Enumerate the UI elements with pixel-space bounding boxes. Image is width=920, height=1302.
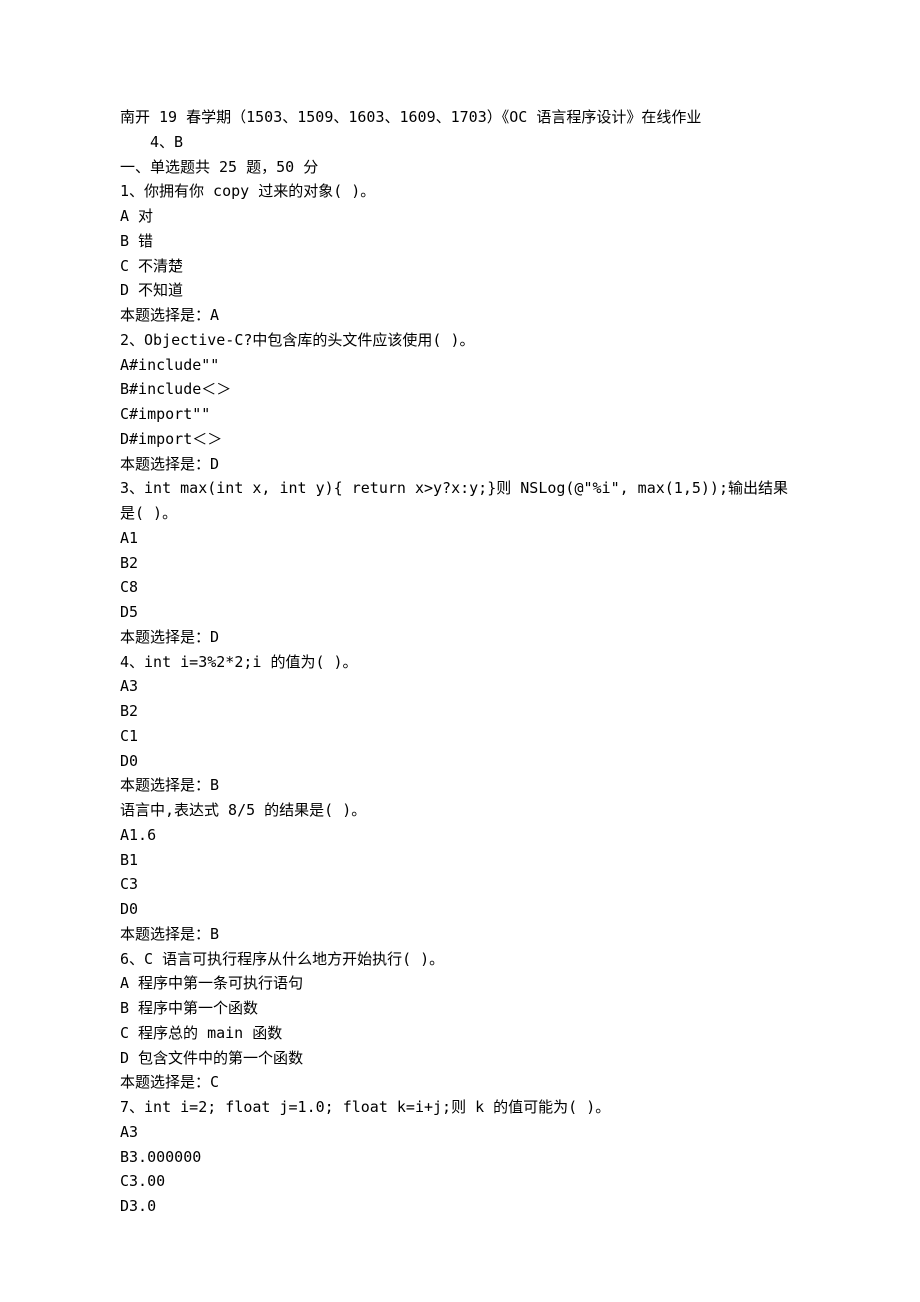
option: B2	[120, 551, 800, 576]
option: A 对	[120, 204, 800, 229]
question-stem: 3、int max(int x, int y){ return x>y?x:y;…	[120, 476, 800, 526]
option: D 不知道	[120, 278, 800, 303]
option: D 包含文件中的第一个函数	[120, 1046, 800, 1071]
answer: 本题选择是：D	[120, 625, 800, 650]
option: A3	[120, 1120, 800, 1145]
option: A 程序中第一条可执行语句	[120, 971, 800, 996]
option: C3.00	[120, 1169, 800, 1194]
option: D3.0	[120, 1194, 800, 1219]
option: C1	[120, 724, 800, 749]
option: A#include""	[120, 353, 800, 378]
option: C3	[120, 872, 800, 897]
page-title: 南开 19 春学期（1503、1509、1603、1609、1703）《OC 语…	[120, 105, 800, 130]
answer: 本题选择是：A	[120, 303, 800, 328]
answer: 本题选择是：D	[120, 452, 800, 477]
option: C 程序总的 main 函数	[120, 1021, 800, 1046]
question-stem: 4、int i=3%2*2;i 的值为( )。	[120, 650, 800, 675]
question-stem: 7、int i=2; float j=1.0; float k=i+j;则 k …	[120, 1095, 800, 1120]
question-stem: 语言中,表达式 8/5 的结果是( )。	[120, 798, 800, 823]
option: A1.6	[120, 823, 800, 848]
option: B3.000000	[120, 1145, 800, 1170]
option: D0	[120, 749, 800, 774]
option: D0	[120, 897, 800, 922]
question-stem: 6、C 语言可执行程序从什么地方开始执行( )。	[120, 947, 800, 972]
option: B1	[120, 848, 800, 873]
question-stem: 2、Objective-C?中包含库的头文件应该使用( )。	[120, 328, 800, 353]
page-subtitle: 4、B	[120, 130, 800, 155]
option: C 不清楚	[120, 254, 800, 279]
option: C8	[120, 575, 800, 600]
option: D#import＜＞	[120, 427, 800, 452]
question-stem: 1、你拥有你 copy 过来的对象( )。	[120, 179, 800, 204]
answer: 本题选择是：B	[120, 773, 800, 798]
option: A3	[120, 674, 800, 699]
option: B 错	[120, 229, 800, 254]
answer: 本题选择是：B	[120, 922, 800, 947]
section-header: 一、单选题共 25 题，50 分	[120, 155, 800, 180]
answer: 本题选择是：C	[120, 1070, 800, 1095]
option: B#include＜＞	[120, 377, 800, 402]
option: B 程序中第一个函数	[120, 996, 800, 1021]
option: A1	[120, 526, 800, 551]
option: B2	[120, 699, 800, 724]
option: C#import""	[120, 402, 800, 427]
option: D5	[120, 600, 800, 625]
